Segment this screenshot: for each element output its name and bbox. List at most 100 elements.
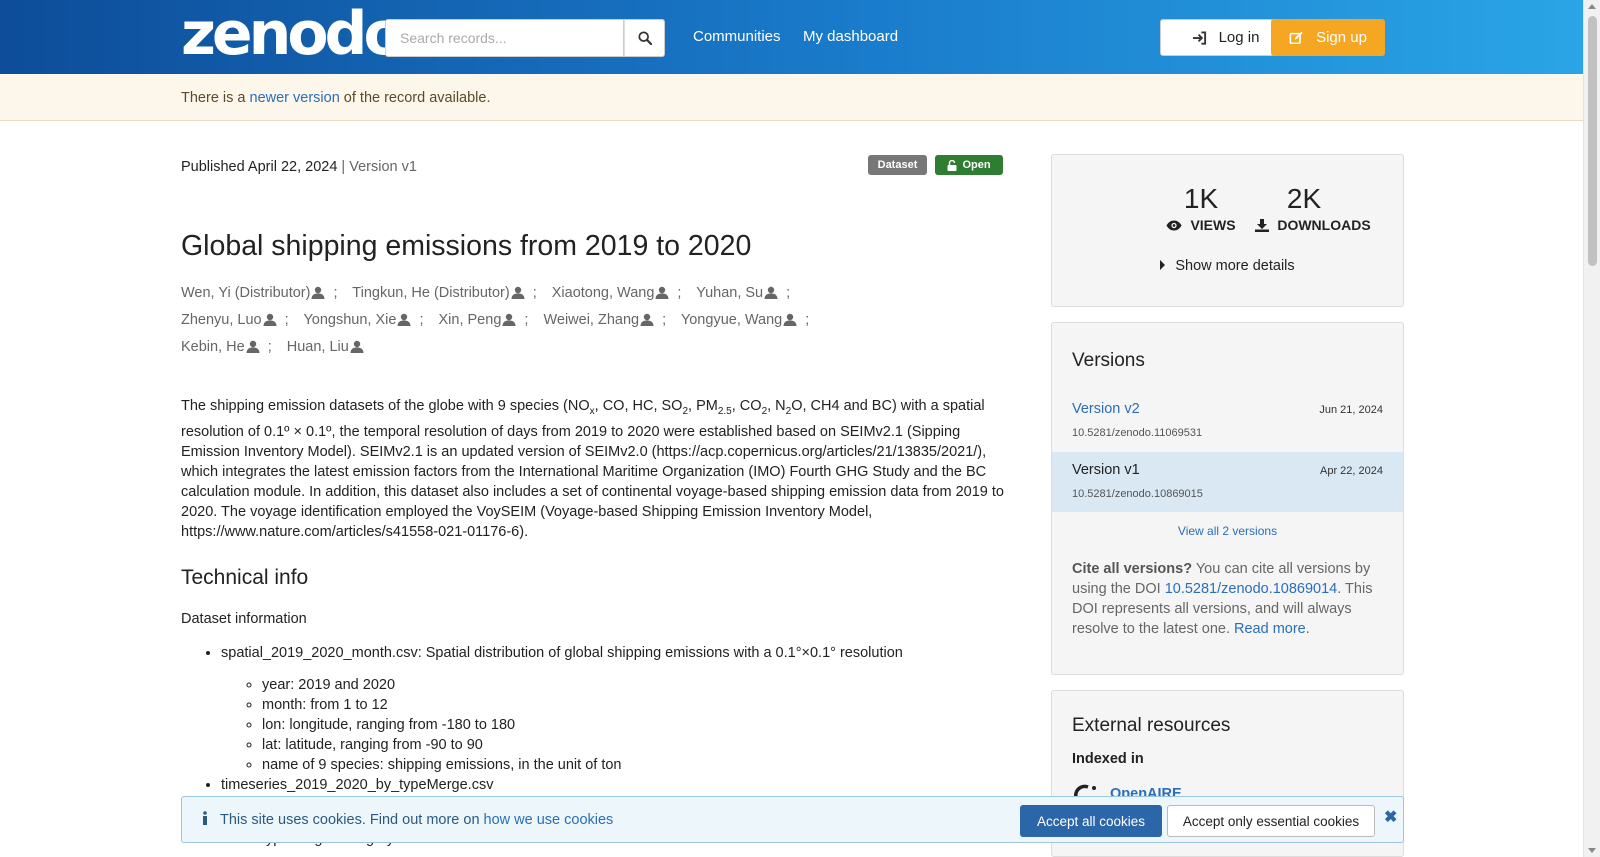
- download-icon: [1255, 218, 1270, 232]
- badge-open-label: Open: [962, 159, 991, 171]
- search-icon: [638, 31, 652, 45]
- version-row-current[interactable]: Version v1 Apr 22, 2024 10.5281/zenodo.1…: [1052, 452, 1403, 512]
- scroll-up-icon[interactable]: [1588, 4, 1596, 9]
- author-name: Weiwei, Zhang: [543, 312, 640, 328]
- person-icon: [397, 313, 411, 326]
- desc-text: O, CH4 and BC) with a spatial resolution…: [181, 398, 1004, 540]
- author[interactable]: Yongyue, Wang: [681, 312, 797, 328]
- page-scrollbar[interactable]: [1583, 0, 1600, 857]
- scrollbar-thumb[interactable]: [1588, 16, 1597, 266]
- author[interactable]: Weiwei, Zhang: [543, 312, 654, 328]
- info-icon: [203, 811, 207, 825]
- field-list: year: 2019 and 2020 month: from 1 to 12 …: [262, 675, 903, 775]
- person-icon: [783, 313, 797, 326]
- person-icon: [640, 313, 654, 326]
- signup-button[interactable]: Sign up: [1271, 19, 1385, 56]
- cookie-message: This site uses cookies. Find out more on…: [220, 812, 613, 828]
- author-name: Wen, Yi (Distributor): [181, 285, 311, 301]
- author-name: Xiaotong, Wang: [551, 285, 655, 301]
- cookie-policy-link[interactable]: how we use cookies: [484, 812, 614, 828]
- search-bar: [385, 19, 665, 57]
- author[interactable]: Yongshun, Xie: [303, 312, 411, 328]
- person-icon: [263, 313, 277, 326]
- author[interactable]: Xin, Peng: [439, 312, 517, 328]
- author[interactable]: Tingkun, He (Distributor): [352, 285, 525, 301]
- nav-my-dashboard[interactable]: My dashboard: [803, 28, 898, 45]
- accept-all-cookies-button[interactable]: Accept all cookies: [1020, 805, 1162, 837]
- nav-communities[interactable]: Communities: [693, 28, 781, 45]
- stats-card: 1K VIEWS 2K DOWNLOADS Show more details: [1051, 154, 1404, 307]
- author[interactable]: Kebin, He: [181, 339, 260, 355]
- person-icon: [350, 340, 364, 353]
- desc-text: , CO: [731, 398, 762, 414]
- indexed-in-label: Indexed in: [1072, 751, 1144, 767]
- person-icon: [311, 286, 325, 299]
- top-header: zenodo Communities My dashboard Log in S…: [0, 0, 1583, 74]
- show-more-details[interactable]: Show more details: [1052, 258, 1403, 274]
- person-icon: [246, 340, 260, 353]
- version-link[interactable]: Version v1: [1072, 462, 1140, 478]
- banner-text: There is a newer version of the record a…: [181, 90, 491, 106]
- eye-icon: [1166, 220, 1182, 230]
- list-item: month: from 1 to 12: [262, 695, 903, 715]
- version-row[interactable]: Version v2 Jun 21, 2024 10.5281/zenodo.1…: [1052, 391, 1403, 451]
- downloads-label-text: DOWNLOADS: [1277, 217, 1371, 233]
- desc-text: , CO, HC, SO: [594, 398, 683, 414]
- zenodo-logo[interactable]: zenodo: [181, 4, 405, 64]
- unlock-icon: [947, 159, 957, 171]
- views-label-text: VIEWS: [1190, 217, 1236, 233]
- newer-version-link[interactable]: newer version: [250, 90, 340, 106]
- author[interactable]: Zhenyu, Luo: [181, 312, 277, 328]
- dataset-info-label: Dataset information: [181, 611, 307, 627]
- show-more-label: Show more details: [1175, 258, 1295, 274]
- access-badge: Open: [935, 155, 1003, 175]
- banner-prefix: There is a: [181, 90, 250, 106]
- search-input[interactable]: [385, 19, 625, 57]
- version-doi: 10.5281/zenodo.10869015: [1072, 488, 1203, 500]
- login-label: Log in: [1218, 29, 1260, 46]
- version-date: Apr 22, 2024: [1320, 465, 1383, 477]
- versions-title: Versions: [1072, 350, 1145, 371]
- author-list: Wen, Yi (Distributor); Tingkun, He (Dist…: [181, 285, 810, 355]
- close-icon[interactable]: ✖: [1384, 807, 1397, 827]
- record-title: Global shipping emissions from 2019 to 2…: [181, 230, 752, 262]
- file-description: timeseries_2019_2020_by_typeMerge.csv: [221, 777, 494, 793]
- author-name: Yongshun, Xie: [303, 312, 397, 328]
- technical-info-heading: Technical info: [181, 566, 309, 589]
- scroll-down-icon[interactable]: [1588, 848, 1596, 853]
- author-name: Kebin, He: [181, 339, 245, 355]
- signup-label: Sign up: [1316, 29, 1367, 46]
- concept-doi-link[interactable]: 10.5281/zenodo.10869014: [1165, 581, 1338, 597]
- search-button[interactable]: [624, 19, 665, 57]
- desc-text: , N: [767, 398, 786, 414]
- cookie-banner: This site uses cookies. Find out more on…: [181, 796, 1404, 843]
- read-more-link[interactable]: Read more: [1234, 621, 1306, 637]
- author-name: Huan, Liu: [286, 339, 349, 355]
- author-name: Tingkun, He (Distributor): [352, 285, 510, 301]
- author-name: Zhenyu, Luo: [181, 312, 262, 328]
- author[interactable]: Wen, Yi (Distributor): [181, 285, 325, 301]
- author[interactable]: Xiaotong, Wang: [552, 285, 670, 301]
- downloads-label: DOWNLOADS: [1233, 217, 1393, 233]
- caret-right-icon: [1160, 260, 1166, 270]
- author[interactable]: Yuhan, Su: [696, 285, 778, 301]
- person-icon: [764, 286, 778, 299]
- cite-period: .: [1305, 621, 1310, 637]
- badge-dataset-label: Dataset: [877, 159, 918, 171]
- view-all-versions-link[interactable]: View all 2 versions: [1052, 524, 1403, 538]
- person-icon: [511, 286, 525, 299]
- person-icon: [655, 286, 669, 299]
- desc-sub: 2.5: [717, 405, 732, 417]
- accept-essential-cookies-button[interactable]: Accept only essential cookies: [1167, 805, 1375, 837]
- cite-all-versions: Cite all versions? You can cite all vers…: [1072, 559, 1387, 639]
- published-date: Published April 22, 2024: [181, 159, 338, 175]
- edit-icon: [1289, 31, 1303, 44]
- author[interactable]: Huan, Liu: [287, 339, 364, 355]
- external-resources-title: External resources: [1072, 715, 1231, 736]
- desc-text: , PM: [688, 398, 718, 414]
- list-item: name of 9 species: shipping emissions, i…: [262, 755, 903, 775]
- version-date: Jun 21, 2024: [1319, 404, 1383, 416]
- version-link[interactable]: Version v2: [1072, 401, 1140, 417]
- desc-text: The shipping emission datasets of the gl…: [181, 398, 590, 414]
- list-item: lat: latitude, ranging from -90 to 90: [262, 735, 903, 755]
